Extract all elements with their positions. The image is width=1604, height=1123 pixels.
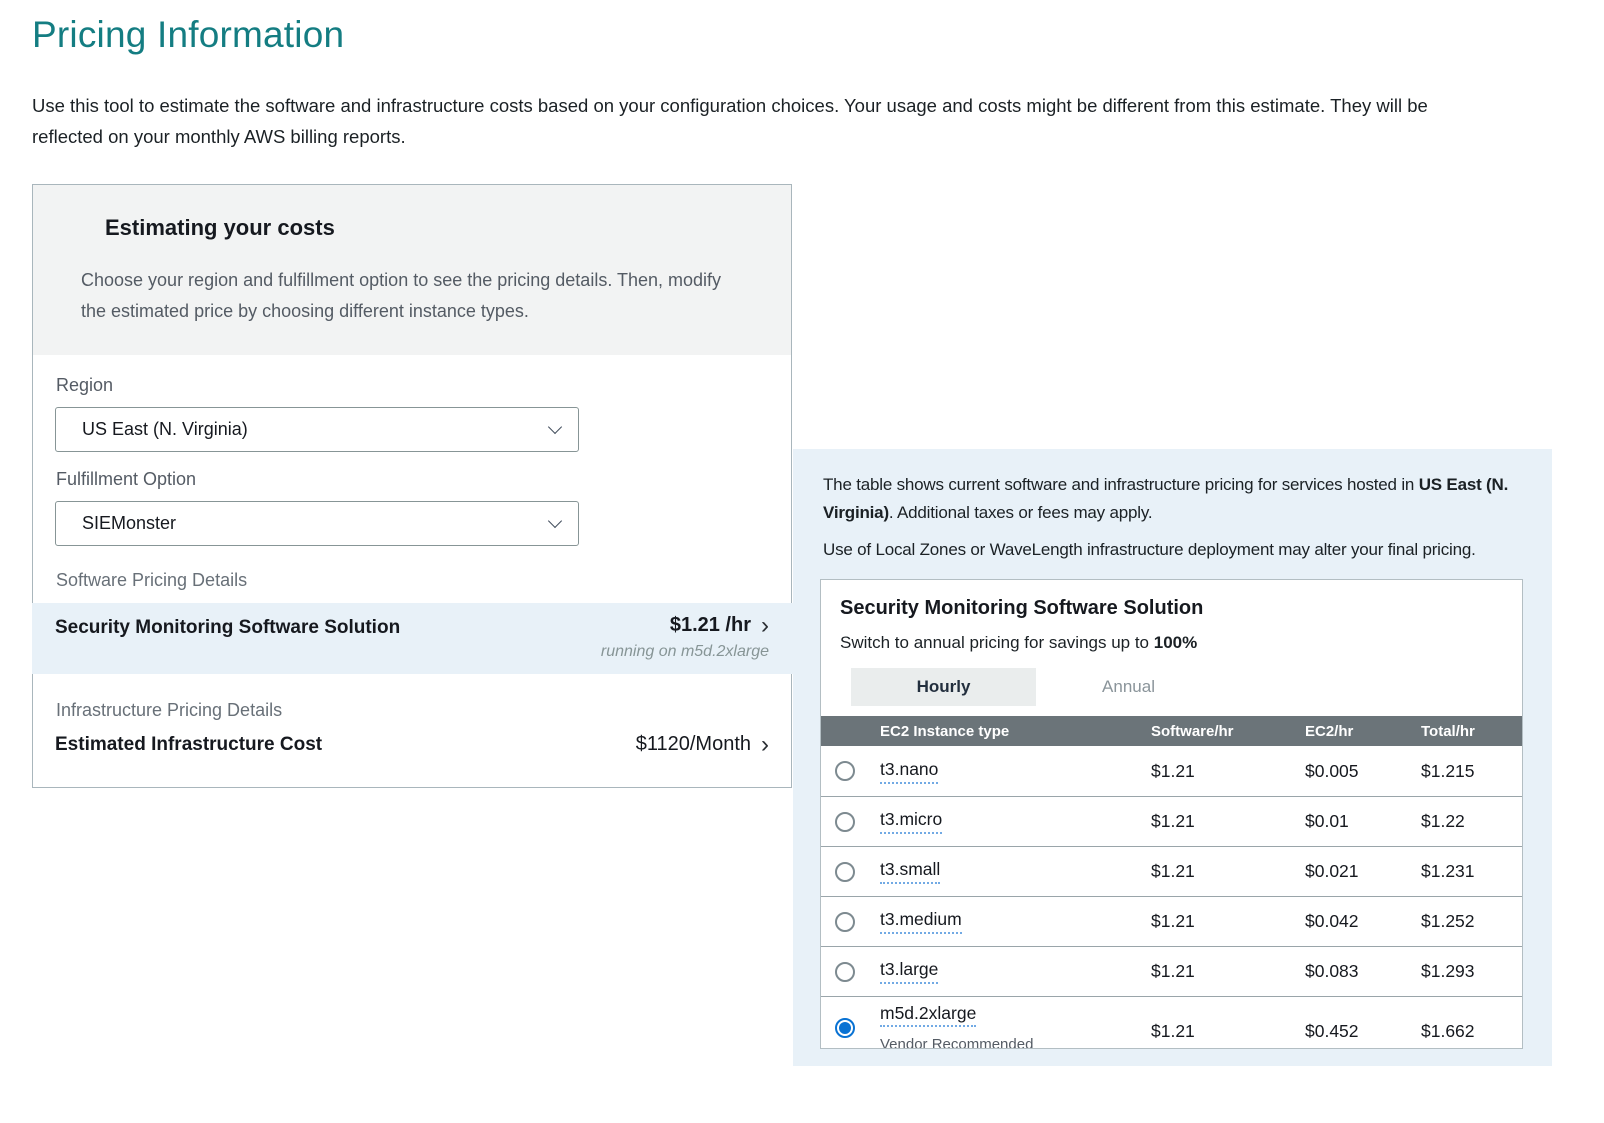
- instance-name-link[interactable]: t3.micro: [880, 809, 942, 834]
- chevron-down-icon: [548, 514, 562, 528]
- ec2-hr-value: $0.005: [1305, 761, 1421, 782]
- table-row[interactable]: t3.micro $1.21 $0.01 $1.22: [821, 796, 1522, 846]
- ec2-hr-value: $0.083: [1305, 961, 1421, 982]
- table-row[interactable]: t3.large $1.21 $0.083 $1.293: [821, 946, 1522, 996]
- chevron-right-icon[interactable]: ›: [761, 616, 769, 636]
- software-pricing-row[interactable]: Security Monitoring Software Solution $1…: [32, 603, 793, 674]
- software-price-block: $1.21 /hr › running on m5d.2xlarge: [601, 614, 769, 661]
- radio-t3-micro[interactable]: [835, 812, 855, 832]
- instance-name-link[interactable]: t3.large: [880, 959, 938, 984]
- instance-name-link[interactable]: t3.nano: [880, 759, 938, 784]
- software-hr-value: $1.21: [1151, 997, 1305, 1042]
- pricing-card-savings: Switch to annual pricing for savings up …: [840, 633, 1522, 653]
- ec2-hr-value: $0.452: [1305, 997, 1421, 1042]
- table-row[interactable]: t3.medium $1.21 $0.042 $1.252: [821, 896, 1522, 946]
- software-hr-value: $1.21: [1151, 911, 1305, 932]
- total-hr-value: $1.252: [1421, 911, 1522, 932]
- pricing-panel: The table shows current software and inf…: [793, 449, 1552, 1066]
- column-header-ec2: EC2/hr: [1305, 723, 1421, 740]
- radio-t3-nano[interactable]: [835, 761, 855, 781]
- total-hr-value: $1.215: [1421, 761, 1522, 782]
- infrastructure-pricing-section-label: Infrastructure Pricing Details: [56, 700, 769, 721]
- instance-pricing-table: EC2 Instance type Software/hr EC2/hr Tot…: [821, 716, 1522, 1049]
- software-pricing-section-label: Software Pricing Details: [56, 570, 769, 591]
- pricing-panel-note-2: Use of Local Zones or WaveLength infrast…: [823, 536, 1545, 564]
- estimator-card-header: Estimating your costs Choose your region…: [33, 185, 791, 355]
- estimator-title: Estimating your costs: [105, 215, 751, 241]
- fulfillment-selected-value: SIEMonster: [82, 513, 176, 534]
- ec2-hr-value: $0.01: [1305, 811, 1421, 832]
- ec2-hr-value: $0.042: [1305, 911, 1421, 932]
- chevron-down-icon: [548, 420, 562, 434]
- tab-hourly[interactable]: Hourly: [851, 668, 1036, 706]
- table-row[interactable]: t3.small $1.21 $0.021 $1.231: [821, 846, 1522, 896]
- ec2-hr-value: $0.021: [1305, 861, 1421, 882]
- infrastructure-cost-price: $1120/Month: [636, 733, 751, 756]
- total-hr-value: $1.22: [1421, 811, 1522, 832]
- instance-name-link[interactable]: t3.medium: [880, 909, 962, 934]
- infrastructure-cost-name: Estimated Infrastructure Cost: [55, 734, 322, 756]
- software-hr-value: $1.21: [1151, 811, 1305, 832]
- region-label: Region: [56, 375, 769, 396]
- software-price: $1.21 /hr: [670, 614, 751, 637]
- chevron-right-icon[interactable]: ›: [761, 735, 769, 755]
- radio-t3-small[interactable]: [835, 862, 855, 882]
- estimator-card-body: Region US East (N. Virginia) Fulfillment…: [33, 355, 791, 782]
- tab-annual[interactable]: Annual: [1036, 668, 1221, 706]
- radio-t3-large[interactable]: [835, 962, 855, 982]
- vendor-recommended-note: Vendor Recommended: [880, 1036, 1033, 1049]
- table-header-row: EC2 Instance type Software/hr EC2/hr Tot…: [821, 716, 1522, 746]
- pricing-card-title: Security Monitoring Software Solution: [840, 597, 1522, 620]
- total-hr-value: $1.231: [1421, 861, 1522, 882]
- estimator-description: Choose your region and fulfillment optio…: [81, 265, 751, 327]
- table-row-selected[interactable]: m5d.2xlarge Vendor Recommended $1.21 $0.…: [821, 996, 1522, 1049]
- pricing-period-tabs: Hourly Annual: [851, 668, 1522, 706]
- table-row[interactable]: t3.nano $1.21 $0.005 $1.215: [821, 746, 1522, 796]
- software-hr-value: $1.21: [1151, 861, 1305, 882]
- fulfillment-select[interactable]: SIEMonster: [55, 501, 579, 546]
- region-select[interactable]: US East (N. Virginia): [55, 407, 579, 452]
- savings-percent: 100%: [1154, 633, 1197, 652]
- software-name: Security Monitoring Software Solution: [55, 614, 400, 642]
- fulfillment-label: Fulfillment Option: [56, 469, 769, 490]
- column-header-software: Software/hr: [1151, 723, 1305, 740]
- radio-m5d-2xlarge[interactable]: [835, 1018, 855, 1038]
- column-header-instance: EC2 Instance type: [821, 723, 1151, 740]
- software-hr-value: $1.21: [1151, 761, 1305, 782]
- instance-name-link[interactable]: t3.small: [880, 859, 940, 884]
- software-running-note: running on m5d.2xlarge: [601, 643, 769, 661]
- total-hr-value: $1.293: [1421, 961, 1522, 982]
- instance-name-link[interactable]: m5d.2xlarge: [880, 1003, 976, 1027]
- total-hr-value: $1.662: [1421, 997, 1522, 1042]
- page-intro: Use this tool to estimate the software a…: [32, 90, 1500, 152]
- radio-t3-medium[interactable]: [835, 912, 855, 932]
- estimator-card: Estimating your costs Choose your region…: [32, 184, 792, 788]
- page-title: Pricing Information: [32, 14, 1604, 56]
- software-hr-value: $1.21: [1151, 961, 1305, 982]
- pricing-panel-note-1: The table shows current software and inf…: [823, 471, 1545, 527]
- region-selected-value: US East (N. Virginia): [82, 419, 248, 440]
- infrastructure-cost-row[interactable]: Estimated Infrastructure Cost $1120/Mont…: [55, 733, 769, 756]
- column-header-total: Total/hr: [1421, 723, 1522, 740]
- software-pricing-card: Security Monitoring Software Solution Sw…: [820, 579, 1523, 1049]
